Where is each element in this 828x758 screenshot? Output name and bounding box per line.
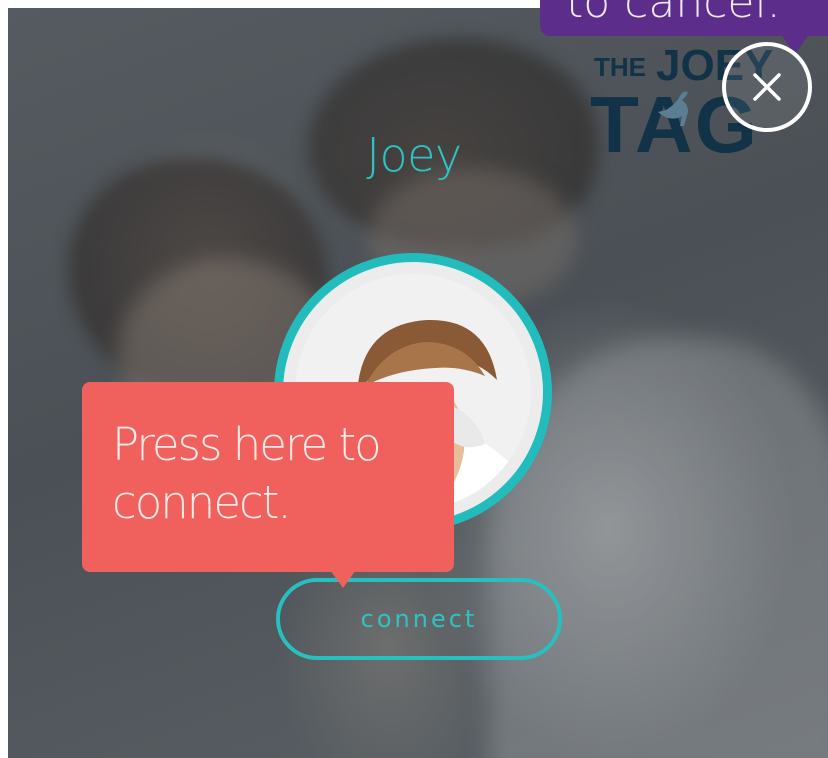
close-icon — [753, 73, 781, 101]
logo-text-the: THE — [594, 52, 646, 82]
close-button[interactable] — [722, 42, 812, 132]
connect-tooltip-line1: Press here to — [112, 418, 382, 471]
connect-button[interactable]: connect — [276, 578, 562, 660]
cancel-tooltip: to cancel. — [540, 0, 828, 36]
contact-name: Joey — [366, 128, 462, 182]
connect-tooltip-line2: connect. — [112, 476, 292, 529]
app-frame: THE JOEY TAG Joey connect Press here to … — [0, 0, 828, 758]
connect-tooltip-arrow — [330, 570, 356, 588]
connect-tooltip: Press here to connect. — [82, 382, 454, 572]
cancel-tooltip-text: to cancel. — [566, 0, 781, 28]
